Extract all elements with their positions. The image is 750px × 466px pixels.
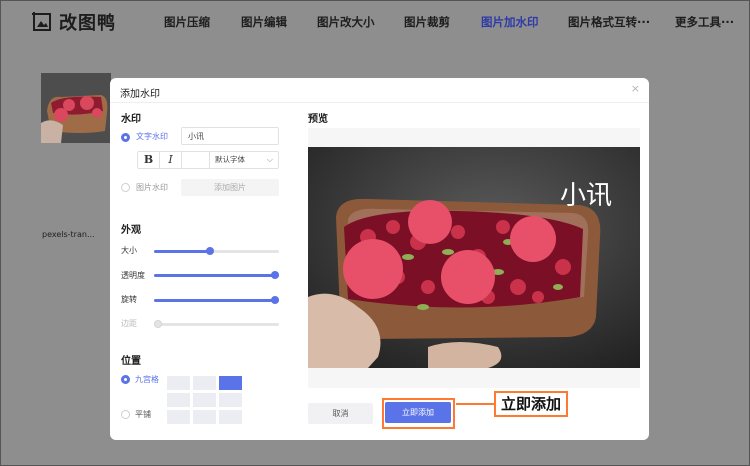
position-cell[interactable] xyxy=(193,393,216,407)
rotation-slider[interactable] xyxy=(154,296,279,304)
margin-slider-handle[interactable] xyxy=(154,320,162,328)
nav-item-resize[interactable]: 图片改大小 xyxy=(317,14,375,30)
watermark-text-input[interactable]: 小讯 xyxy=(181,127,279,145)
tile-position-radio[interactable] xyxy=(121,410,130,419)
opacity-slider[interactable] xyxy=(154,271,279,279)
top-nav-bar: 改图鸭 图片压缩 图片编辑 图片改大小 图片裁剪 图片加水印 图片格式互转···… xyxy=(1,1,749,43)
rotation-slider-fill xyxy=(154,299,279,302)
annotation-callout: 立即添加 xyxy=(494,391,568,417)
image-watermark-radio[interactable] xyxy=(121,183,130,192)
preview-image: 小讯 xyxy=(308,147,640,368)
nav-item-watermark[interactable]: 图片加水印 xyxy=(481,14,539,30)
position-cell[interactable] xyxy=(219,410,242,424)
dialog-divider xyxy=(110,102,649,103)
font-family-select[interactable]: 默认字体 ⌵ xyxy=(210,152,278,168)
apply-watermark-button[interactable]: 立即添加 xyxy=(385,402,451,423)
image-watermark-label[interactable]: 图片水印 xyxy=(136,182,168,193)
margin-slider[interactable] xyxy=(154,320,279,328)
position-cell[interactable] xyxy=(219,393,242,407)
chevron-down-icon: ⌵ xyxy=(266,155,273,164)
rotation-slider-handle[interactable] xyxy=(271,296,279,304)
opacity-slider-label: 透明度 xyxy=(121,271,145,280)
position-cell[interactable] xyxy=(167,393,190,407)
logo-icon xyxy=(32,12,51,31)
text-watermark-radio[interactable] xyxy=(121,133,130,142)
size-slider-fill xyxy=(154,250,211,253)
italic-button[interactable]: I xyxy=(160,152,182,168)
cancel-button[interactable]: 取消 xyxy=(308,403,373,424)
position-cell[interactable] xyxy=(167,410,190,424)
font-color-button[interactable] xyxy=(182,152,210,168)
section-title-position: 位置 xyxy=(121,356,141,367)
opacity-slider-handle[interactable] xyxy=(271,271,279,279)
position-cell[interactable] xyxy=(193,410,216,424)
text-format-toolbar: B I 默认字体 ⌵ xyxy=(137,151,279,169)
file-thumbnail[interactable] xyxy=(41,73,111,143)
callout-connector xyxy=(456,403,494,405)
file-name: pexels-tran... xyxy=(42,230,95,239)
nav-item-crop[interactable]: 图片裁剪 xyxy=(404,14,450,30)
thumbnail-image xyxy=(41,73,111,143)
position-grid xyxy=(167,376,242,424)
position-cell[interactable] xyxy=(167,376,190,390)
grid-position-label[interactable]: 九宫格 xyxy=(135,374,159,385)
font-family-value: 默认字体 xyxy=(215,155,245,164)
section-title-watermark: 水印 xyxy=(121,114,141,125)
add-watermark-dialog: 添加水印 × 水印 文字水印 小讯 B I 默认字体 ⌵ 图片水印 添加图片 外… xyxy=(110,78,649,440)
add-image-button[interactable]: 添加图片 xyxy=(181,179,279,196)
nav-item-more-tools[interactable]: 更多工具··· xyxy=(675,14,734,30)
tile-position-label[interactable]: 平铺 xyxy=(135,409,151,420)
brand-logo[interactable]: 改图鸭 xyxy=(31,9,116,35)
rotation-slider-label: 旋转 xyxy=(121,295,137,304)
size-slider[interactable] xyxy=(154,247,279,255)
margin-slider-label: 边距 xyxy=(121,319,137,328)
section-title-appearance: 外观 xyxy=(121,225,141,236)
nav-item-compress[interactable]: 图片压缩 xyxy=(164,14,210,30)
size-slider-label: 大小 xyxy=(121,246,137,255)
preview-watermark-text: 小讯 xyxy=(559,181,612,211)
bold-button[interactable]: B xyxy=(138,152,160,168)
dialog-title: 添加水印 xyxy=(120,89,160,100)
text-watermark-label[interactable]: 文字水印 xyxy=(136,131,168,142)
position-cell[interactable] xyxy=(219,376,242,390)
close-icon[interactable]: × xyxy=(631,82,640,95)
size-slider-handle[interactable] xyxy=(206,247,215,255)
brand-name: 改图鸭 xyxy=(59,13,116,34)
nav-item-edit[interactable]: 图片编辑 xyxy=(241,14,287,30)
preview-title: 预览 xyxy=(308,114,328,125)
nav-item-convert[interactable]: 图片格式互转··· xyxy=(568,14,650,30)
grid-position-radio[interactable] xyxy=(121,375,130,384)
opacity-slider-fill xyxy=(154,274,279,277)
position-cell[interactable] xyxy=(193,376,216,390)
